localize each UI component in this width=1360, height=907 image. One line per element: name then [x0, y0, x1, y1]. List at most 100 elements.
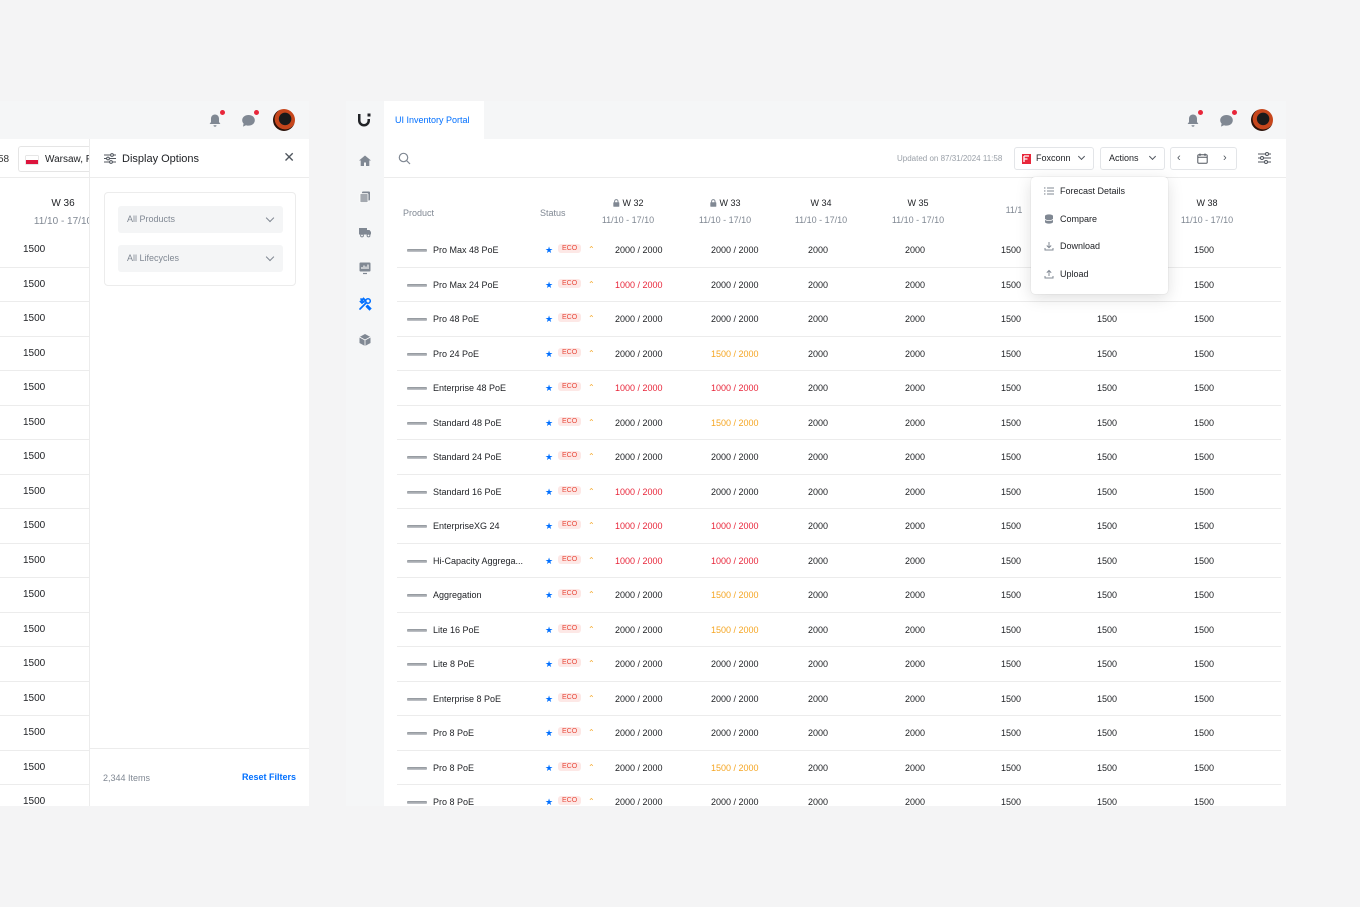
cell-w34[interactable]: 2000 [808, 314, 828, 324]
table-row[interactable]: EnterpriseXG 24 ★ ECO ⌃ 1000 / 2000 1000 / 20… [397, 509, 1281, 544]
cell-w35[interactable]: 2000 [905, 245, 925, 255]
cell-w34[interactable]: 2000 [808, 797, 828, 806]
star-icon[interactable]: ★ [545, 452, 553, 463]
star-icon[interactable]: ★ [545, 797, 553, 806]
cell-w34[interactable]: 2000 [808, 280, 828, 290]
cell-w37[interactable]: 1500 [1097, 590, 1117, 600]
tools-icon[interactable] [358, 297, 372, 311]
cell-w38[interactable]: 1500 [1194, 556, 1214, 566]
cell-w34[interactable]: 2000 [808, 556, 828, 566]
table-row[interactable]: Aggregation ★ ECO ⌃ 2000 / 2000 1500 / 2000 20… [397, 578, 1281, 613]
cell-w35[interactable]: 2000 [905, 797, 925, 806]
menu-item-download[interactable]: Download [1031, 233, 1168, 260]
cell-w32[interactable]: 2000 / 2000 [615, 659, 663, 669]
table-row[interactable]: Lite 8 PoE ★ ECO ⌃ 2000 / 2000 2000 / 2000 200… [397, 647, 1281, 682]
cell-w35[interactable]: 2000 [905, 383, 925, 393]
notifications-icon[interactable] [1186, 113, 1200, 128]
cell-w33[interactable]: 2000 / 2000 [711, 797, 759, 806]
table-row[interactable]: Enterprise 8 PoE ★ ECO ⌃ 2000 / 2000 2000 / 2… [397, 682, 1281, 716]
cell-w37[interactable]: 1500 [1097, 349, 1117, 359]
cell-w38[interactable]: 1500 [1194, 659, 1214, 669]
cell-w33[interactable]: 2000 / 2000 [711, 245, 759, 255]
cell-w32[interactable]: 1000 / 2000 [615, 383, 663, 393]
cell-w33[interactable]: 1000 / 2000 [711, 383, 759, 393]
table-row[interactable]: Pro 8 PoE ★ ECO ⌃ 2000 / 2000 2000 / 2000 2000… [397, 785, 1281, 806]
cell-w35[interactable]: 2000 [905, 349, 925, 359]
calendar-icon[interactable] [1197, 153, 1208, 164]
cell-w34[interactable]: 2000 [808, 728, 828, 738]
cell-w38[interactable]: 1500 [1194, 418, 1214, 428]
cell-w35[interactable]: 2000 [905, 452, 925, 462]
week-column-header[interactable]: W 32 11/10 - 17/10 [602, 198, 654, 225]
cell-w34[interactable]: 2000 [808, 487, 828, 497]
cell-w36[interactable]: 1500 [1001, 728, 1021, 738]
table-row[interactable]: Standard 48 PoE ★ ECO ⌃ 2000 / 2000 1500 / 20… [397, 406, 1281, 440]
cell-w37[interactable]: 1500 [1097, 625, 1117, 635]
cell-w34[interactable]: 2000 [808, 418, 828, 428]
cell-w32[interactable]: 2000 / 2000 [615, 418, 663, 428]
star-icon[interactable]: ★ [545, 245, 553, 256]
cell-w37[interactable]: 1500 [1097, 314, 1117, 324]
cell-w33[interactable]: 2000 / 2000 [711, 452, 759, 462]
cell-w38[interactable]: 1500 [1194, 625, 1214, 635]
cell-w36[interactable]: 1500 [1001, 763, 1021, 773]
status-column-header[interactable]: Status [540, 208, 566, 218]
ubiquiti-logo-icon[interactable] [356, 112, 372, 128]
cell-w35[interactable]: 2000 [905, 590, 925, 600]
cell-w32[interactable]: 2000 / 2000 [615, 797, 663, 806]
cell-w35[interactable]: 2000 [905, 625, 925, 635]
table-row[interactable]: Lite 16 PoE ★ ECO ⌃ 2000 / 2000 1500 / 2000 20… [397, 613, 1281, 647]
star-icon[interactable]: ★ [545, 349, 553, 360]
reset-filters-link[interactable]: Reset Filters [242, 772, 296, 782]
week-column-header[interactable]: 11/1 [1006, 198, 1023, 215]
actions-button[interactable]: Actions [1100, 147, 1165, 170]
star-icon[interactable]: ★ [545, 625, 553, 636]
cell-w33[interactable]: 1500 / 2000 [711, 625, 759, 635]
cell-w37[interactable]: 1500 [1097, 797, 1117, 806]
cell-w33[interactable]: 2000 / 2000 [711, 280, 759, 290]
cell-w33[interactable]: 2000 / 2000 [711, 314, 759, 324]
cell-w38[interactable]: 1500 [1194, 590, 1214, 600]
cell-w32[interactable]: 1000 / 2000 [615, 280, 663, 290]
cell-w34[interactable]: 2000 [808, 590, 828, 600]
cell-w35[interactable]: 2000 [905, 418, 925, 428]
cell-w32[interactable]: 2000 / 2000 [615, 452, 663, 462]
cell-w38[interactable]: 1500 [1194, 349, 1214, 359]
table-row[interactable]: Pro 24 PoE ★ ECO ⌃ 2000 / 2000 1500 / 2000 200… [397, 337, 1281, 371]
cell-w33[interactable]: 1500 / 2000 [711, 763, 759, 773]
chevron-right-icon[interactable]: › [1223, 148, 1227, 169]
chat-icon[interactable] [1219, 114, 1234, 128]
box-icon[interactable] [358, 333, 372, 347]
cell-w38[interactable]: 1500 [1194, 452, 1214, 462]
cell-w34[interactable]: 2000 [808, 245, 828, 255]
star-icon[interactable]: ★ [545, 521, 553, 532]
menu-item-forecast-details[interactable]: Forecast Details [1031, 178, 1168, 205]
cell-w36[interactable]: 1500 [1001, 452, 1021, 462]
star-icon[interactable]: ★ [545, 763, 553, 774]
cell-w32[interactable]: 2000 / 2000 [615, 728, 663, 738]
lifecycles-select[interactable]: All Lifecycles [118, 245, 283, 272]
week-column-header[interactable]: W 33 11/10 - 17/10 [699, 198, 751, 225]
cell-w36[interactable]: 1500 [1001, 487, 1021, 497]
cell-w36[interactable]: 1500 [1001, 590, 1021, 600]
cell-w36[interactable]: 1500 [1001, 694, 1021, 704]
cell-w34[interactable]: 2000 [808, 625, 828, 635]
cell-w37[interactable]: 1500 [1097, 487, 1117, 497]
star-icon[interactable]: ★ [545, 694, 553, 705]
table-row[interactable]: Pro 48 PoE ★ ECO ⌃ 2000 / 2000 2000 / 2000 200… [397, 302, 1281, 337]
chat-icon[interactable] [241, 114, 256, 128]
week-column-header[interactable]: W 34 11/10 - 17/10 [795, 198, 847, 225]
cell-w37[interactable]: 1500 [1097, 452, 1117, 462]
menu-item-compare[interactable]: Compare [1031, 206, 1168, 233]
cell-w35[interactable]: 2000 [905, 659, 925, 669]
cell-w34[interactable]: 2000 [808, 383, 828, 393]
cell-w37[interactable]: 1500 [1097, 728, 1117, 738]
cell-w37[interactable]: 1500 [1097, 521, 1117, 531]
cell-w36[interactable]: 1500 [1001, 625, 1021, 635]
cell-w38[interactable]: 1500 [1194, 797, 1214, 806]
cell-w36[interactable]: 1500 [1001, 797, 1021, 806]
cell-w34[interactable]: 2000 [808, 659, 828, 669]
cell-w37[interactable]: 1500 [1097, 418, 1117, 428]
close-icon[interactable]: ✕ [283, 150, 295, 164]
menu-item-upload[interactable]: Upload [1031, 261, 1168, 288]
